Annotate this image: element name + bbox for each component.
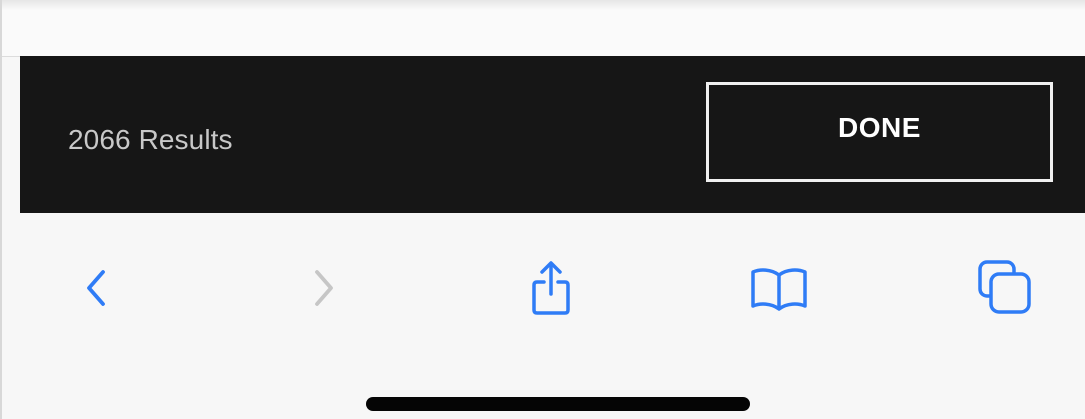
- forward-button[interactable]: [284, 253, 364, 323]
- page-content-strip: [2, 0, 1085, 57]
- results-count: 2066 Results: [68, 124, 233, 155]
- tabs-icon: [978, 260, 1031, 314]
- chevron-right-icon: [315, 270, 333, 306]
- done-button-label: DONE: [838, 112, 921, 143]
- share-button[interactable]: [511, 253, 591, 323]
- share-icon: [532, 261, 570, 315]
- find-results-bar: 2066 Results DONE: [20, 56, 1085, 213]
- back-button[interactable]: [56, 253, 136, 323]
- tabs-button[interactable]: [966, 253, 1046, 323]
- done-button[interactable]: DONE: [706, 82, 1053, 182]
- chevron-left-icon: [87, 270, 105, 306]
- safari-screen: 2066 Results DONE: [0, 0, 1085, 419]
- bookmarks-button[interactable]: [739, 253, 819, 323]
- browser-toolbar: [20, 213, 1085, 419]
- home-indicator: [366, 397, 750, 411]
- book-icon: [751, 268, 807, 311]
